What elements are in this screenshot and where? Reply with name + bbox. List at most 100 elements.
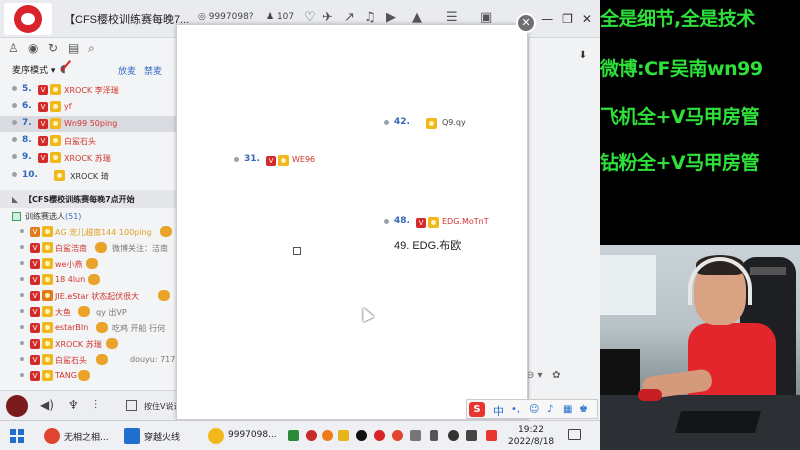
- taskbar-app-browser[interactable]: 无相之相...: [44, 425, 120, 447]
- tray-app-icon[interactable]: [410, 430, 421, 441]
- mic-muted-icon[interactable]: ◖: [60, 62, 66, 75]
- popup-member-entry[interactable]: 42. Q9.qy: [384, 116, 474, 130]
- sub-channel-header[interactable]: ◣ 【CFS樱校训练赛每晚7点开始: [0, 190, 176, 208]
- list-item[interactable]: V 18 4lun: [0, 272, 176, 287]
- chat-tool-icons[interactable]: ⊖ ▾ ✿: [526, 370, 561, 381]
- rank-number: 6.: [22, 101, 32, 111]
- vip-badge-icon: V: [30, 259, 40, 269]
- list-item[interactable]: 7. V Wn99 50ping: [0, 116, 176, 132]
- skin-icon[interactable]: ♚: [579, 404, 588, 415]
- member-name: WE96: [292, 155, 316, 164]
- collapse-icon[interactable]: ◣: [12, 195, 18, 204]
- chrome-icon[interactable]: [392, 430, 403, 441]
- clock-time[interactable]: 19:22: [518, 425, 544, 435]
- list-item[interactable]: V 白鲨石头 douyu: 717: [0, 352, 176, 367]
- user-icon[interactable]: ♙: [8, 41, 19, 55]
- vip-badge-icon: V: [30, 243, 40, 253]
- punctuation-icon[interactable]: •,: [511, 404, 520, 415]
- notification-icon[interactable]: [568, 429, 581, 440]
- list-item[interactable]: 10. XROCK 琦: [0, 168, 176, 184]
- keyboard-icon[interactable]: ▦: [563, 404, 572, 415]
- battery-icon[interactable]: [430, 430, 438, 441]
- avatar[interactable]: [6, 395, 28, 417]
- trainee-group-label: 训练赛选人(51): [25, 212, 82, 221]
- list-item[interactable]: 9. V XROCK 苏瑞: [0, 150, 176, 166]
- taskbar-app-label: 9997098...: [228, 430, 277, 440]
- nvidia-icon[interactable]: [288, 430, 299, 441]
- vip-badge-icon: V: [416, 218, 426, 228]
- steam-icon[interactable]: [356, 430, 367, 441]
- volume-icon[interactable]: [448, 430, 459, 441]
- tray-app-icon[interactable]: [322, 430, 333, 441]
- list-item[interactable]: V XROCK 苏瑞: [0, 336, 176, 351]
- list-item[interactable]: 5. V XROCK 李泽瑞: [0, 82, 176, 98]
- ime-language-toggle[interactable]: 中: [493, 403, 504, 419]
- bullet: [20, 309, 24, 313]
- list-item[interactable]: V TANG: [0, 368, 176, 383]
- sogou-tray-icon[interactable]: [486, 430, 497, 441]
- minimize-icon[interactable]: —: [541, 12, 553, 26]
- taskbar-app-crossfire[interactable]: 穿越火线: [124, 425, 200, 447]
- popup-member-entry[interactable]: 31. V WE96: [234, 153, 324, 167]
- windows-start-icon[interactable]: [10, 429, 24, 443]
- tray-app-icon[interactable]: [374, 430, 385, 441]
- taskbar-app-yy[interactable]: 9997098...: [208, 425, 284, 447]
- voice-input-icon[interactable]: ♪: [547, 404, 553, 415]
- speaker-icon[interactable]: ◀): [40, 398, 54, 412]
- location-icon[interactable]: ◉: [28, 41, 38, 55]
- bullet: [12, 120, 17, 125]
- play-icon[interactable]: ▶: [386, 10, 396, 25]
- mic-mode-select[interactable]: 麦序模式 ▾: [12, 63, 55, 76]
- ban-mic-link[interactable]: 禁麦: [144, 64, 162, 77]
- member-name: yf: [64, 102, 72, 111]
- medal-icon: [88, 274, 100, 285]
- download-icon[interactable]: ⬇: [576, 50, 590, 64]
- tray-app-icon[interactable]: [306, 430, 317, 441]
- music-icon[interactable]: ♫: [364, 10, 376, 25]
- promo-line: 钻粉全+V马甲房管: [600, 152, 760, 174]
- network-icon[interactable]: [466, 430, 477, 441]
- emoji-icon[interactable]: ☺: [529, 404, 539, 415]
- member-note: 微博关注：洁南: [112, 244, 168, 253]
- list-item[interactable]: V 白鲨浩南 微博关注：洁南: [0, 240, 176, 255]
- list-item[interactable]: V 大鱼 qy 出VP: [0, 304, 176, 319]
- list-item[interactable]: V AG 宠儿越南144 100ping: [0, 224, 176, 239]
- stream-promo-overlay: 全是细节,全是技术 微博:CF吴南wn99 飞机全+V马甲房管 钻粉全+V马甲房…: [600, 0, 800, 245]
- popup-member-entry[interactable]: 48. V EDG.MoTnT: [384, 215, 494, 229]
- list-item[interactable]: V we小燕: [0, 256, 176, 271]
- bullet: [20, 341, 24, 345]
- tray-app-icon[interactable]: [338, 430, 349, 441]
- heart-icon[interactable]: ♡: [304, 10, 316, 25]
- close-window-icon[interactable]: ✕: [582, 12, 592, 26]
- refresh-icon[interactable]: ↻: [48, 41, 58, 55]
- push-to-talk-checkbox[interactable]: [126, 400, 137, 411]
- taskbar-app-label: 无相之相...: [64, 433, 109, 443]
- clock-date[interactable]: 2022/8/18: [508, 437, 554, 447]
- restore-icon[interactable]: ❐: [562, 12, 573, 26]
- vip-badge-icon: V: [266, 156, 276, 166]
- gamepad-icon[interactable]: ▣: [480, 10, 492, 25]
- close-icon[interactable]: ✕: [516, 13, 536, 33]
- member-name: XROCK 琦: [70, 172, 109, 181]
- trainee-group-header[interactable]: 训练赛选人(51): [0, 208, 176, 224]
- plane-icon[interactable]: ✈: [322, 10, 333, 25]
- equalizer-icon[interactable]: ⫶: [94, 398, 97, 413]
- crown-badge-icon: [42, 354, 53, 365]
- microphone-icon[interactable]: ♆: [68, 398, 79, 412]
- release-mic-link[interactable]: 放麦: [118, 64, 136, 77]
- list-item[interactable]: V estarBIn 吃鸡 开船 行何: [0, 320, 176, 335]
- sogou-logo-icon[interactable]: S: [469, 402, 485, 417]
- popup-checkbox[interactable]: [293, 247, 301, 255]
- upload-icon[interactable]: ▲: [412, 10, 422, 25]
- member-name: 18 4lun: [55, 275, 86, 284]
- list-item[interactable]: 8. V 白鲨石头: [0, 133, 176, 149]
- list-icon[interactable]: ☰: [446, 10, 458, 25]
- list-item[interactable]: 6. V yf: [0, 99, 176, 115]
- list-item[interactable]: V JIE.eStar 状态起伏很大: [0, 288, 176, 303]
- vip-badge-icon: V: [30, 275, 40, 285]
- crown-badge-icon: [50, 84, 61, 95]
- member-name: estarBIn: [55, 323, 89, 332]
- note-icon[interactable]: ▤: [68, 41, 79, 55]
- share-icon[interactable]: ↗: [344, 10, 355, 25]
- search-icon[interactable]: ⌕: [88, 41, 95, 56]
